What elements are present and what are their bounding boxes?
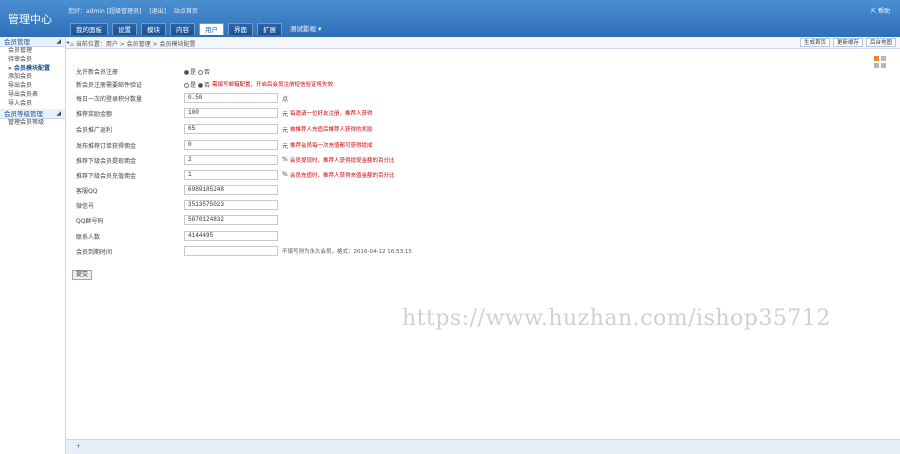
tab-modules[interactable]: 模块 bbox=[141, 23, 166, 35]
update-cache-button[interactable]: 更新缓存 bbox=[832, 38, 863, 47]
app-title: 管理中心 bbox=[8, 14, 52, 26]
referral-reward-input[interactable]: 100 bbox=[184, 108, 278, 118]
form-row: 客服QQ 6989185248 bbox=[76, 185, 876, 196]
withdraw-commission-input[interactable]: 2 bbox=[184, 155, 278, 165]
tab-extensions[interactable]: 扩展 bbox=[257, 23, 282, 35]
sidebar-item[interactable]: 会员管理 bbox=[0, 47, 65, 56]
breadcrumb: ⌂ 当前位置：用户 > 会员管理 > 会员模块配置 bbox=[70, 41, 196, 48]
tab-interface[interactable]: 界面 bbox=[228, 23, 253, 35]
sidebar-item[interactable]: 管理会员等级 bbox=[0, 119, 65, 128]
tab-content[interactable]: 内容 bbox=[170, 23, 195, 35]
form-row: 会员推广返利 65 元 被推荐人充值后推荐人获得的奖励 bbox=[76, 124, 876, 135]
field-note: 被推荐人充值后推荐人获得的奖励 bbox=[290, 127, 373, 133]
collapse-sidebar-icon[interactable]: ◂ bbox=[66, 39, 69, 46]
radio-no bbox=[197, 70, 203, 75]
unit-label: 元 bbox=[282, 111, 289, 118]
chevron-down-icon: ◢ bbox=[56, 38, 61, 45]
service-qq-input[interactable]: 6989185248 bbox=[184, 185, 278, 195]
tab-users[interactable]: 用户 bbox=[199, 23, 224, 35]
tab-more-dropdown[interactable]: 测试影视 ▾ bbox=[286, 23, 325, 35]
site-home-link[interactable]: 站点首页 bbox=[174, 8, 198, 15]
sidebar-item[interactable]: 添加会员 bbox=[0, 73, 65, 82]
qq-group-input[interactable]: 5870124832 bbox=[184, 215, 278, 225]
contacts-input[interactable]: 4144495 bbox=[184, 231, 278, 241]
admin-map-button[interactable]: 后台地图 bbox=[865, 38, 896, 47]
sidebar-item[interactable]: 导出会员表 bbox=[0, 91, 65, 100]
user-bar: 您好：admin [超级管理员] [退出] 站点首页 bbox=[68, 6, 204, 15]
help-link[interactable]: ⇱ 帮助 bbox=[871, 6, 890, 15]
form-row: 会员到期时间 不填写则为永久会员，格式：2016-04-12 16:53:15 bbox=[76, 246, 876, 257]
sidebar-item[interactable]: 待审会员 bbox=[0, 56, 65, 65]
tab-panel[interactable]: 我的面板 bbox=[70, 23, 108, 35]
email-verify-radio-group[interactable]: 是 否 bbox=[184, 80, 210, 89]
field-label: 新会员注册需要邮件验证 bbox=[76, 82, 143, 89]
form-row: 新会员注册需要邮件验证 是 否 需填写邮箱配置，开启后会员注册短信验证将失效 bbox=[76, 79, 876, 90]
login-points-input[interactable]: 0.50 bbox=[184, 93, 278, 103]
generate-home-button[interactable]: 生成首页 bbox=[799, 38, 830, 47]
chevron-down-icon: ◢ bbox=[56, 109, 61, 117]
watermark-text: https://www.huzhan.com/ishop35712 bbox=[402, 306, 831, 331]
sidebar-item[interactable]: 导出会员 bbox=[0, 82, 65, 91]
settings-form: 允许新会员注册 是 否 新会员注册需要邮件验证 是 否 需填写邮箱配置，开启后会… bbox=[66, 50, 900, 444]
radio-yes bbox=[184, 83, 189, 88]
expand-icon[interactable]: + bbox=[76, 443, 81, 450]
sidebar-group-levels[interactable]: 会员等级管理 ◢ bbox=[0, 108, 65, 119]
field-label: 联系人数 bbox=[76, 234, 101, 241]
field-label: 每日一次的登录积分数量 bbox=[76, 96, 143, 103]
field-label: 发布推荐订单获得佣金 bbox=[76, 143, 137, 150]
field-label: 会员推广返利 bbox=[76, 127, 113, 134]
field-label: 允许新会员注册 bbox=[76, 69, 119, 76]
form-row: 联系人数 4144495 bbox=[76, 231, 876, 242]
form-row: 微信号 3513575023 bbox=[76, 200, 876, 211]
field-label: 微信号 bbox=[76, 203, 95, 210]
form-row: 每日一次的登录积分数量 0.50 点 bbox=[76, 93, 876, 104]
form-row: 允许新会员注册 是 否 bbox=[76, 66, 876, 77]
field-note: 会员充值时，推荐人获得充值金额的百分比 bbox=[290, 173, 395, 179]
field-label: 推荐奖励金额 bbox=[76, 111, 113, 118]
radio-no bbox=[197, 83, 203, 88]
top-header: 管理中心 您好：admin [超级管理员] [退出] 站点首页 ⇱ 帮助 我的面… bbox=[0, 0, 900, 37]
sidebar-item[interactable]: 导入会员 bbox=[0, 100, 65, 109]
sidebar: 会员管理 ◢ 会员管理 待审会员 » 会员模块配置 添加会员 导出会员 导出会员表… bbox=[0, 37, 66, 454]
register-radio-group[interactable]: 是 否 bbox=[184, 67, 210, 76]
home-icon: ⌂ bbox=[70, 41, 74, 48]
recharge-commission-input[interactable]: 1 bbox=[184, 170, 278, 180]
field-note: 推荐会员每一次充值都可获得提成 bbox=[290, 143, 373, 149]
submit-button[interactable]: 提交 bbox=[72, 270, 93, 280]
form-row: 推荐下级会员提现佣金 2 % 会员提现时，推荐人获得提现金额的百分比 bbox=[76, 155, 876, 166]
expire-time-input[interactable] bbox=[184, 246, 278, 256]
form-row: 发布推荐订单获得佣金 0 元 推荐会员每一次充值都可获得提成 bbox=[76, 140, 876, 151]
breadcrumb-bar: ◂ ⌂ 当前位置：用户 > 会员管理 > 会员模块配置 生成首页 更新缓存 后台地… bbox=[66, 37, 900, 49]
field-note: 不填写则为永久会员，格式：2016-04-12 16:53:15 bbox=[282, 249, 412, 255]
field-label: 推荐下级会员提现佣金 bbox=[76, 158, 137, 165]
footer-bar: + bbox=[66, 439, 900, 454]
unit-label: % bbox=[282, 156, 288, 163]
field-label: QQ群号码 bbox=[76, 218, 104, 225]
field-label: 客服QQ bbox=[76, 188, 98, 195]
sidebar-group-members[interactable]: 会员管理 ◢ bbox=[0, 37, 65, 47]
unit-label: % bbox=[282, 171, 288, 178]
greeting: 您好：admin [超级管理员] bbox=[68, 8, 142, 15]
field-label: 推荐下级会员充值佣金 bbox=[76, 173, 137, 180]
unit-label: 点 bbox=[282, 96, 289, 103]
quick-actions: 生成首页 更新缓存 后台地图 bbox=[799, 38, 896, 47]
wechat-input[interactable]: 3513575023 bbox=[184, 200, 278, 210]
top-nav: 我的面板 设置 模块 内容 用户 界面 扩展 测试影视 ▾ bbox=[70, 23, 325, 35]
form-row: QQ群号码 5870124832 bbox=[76, 215, 876, 226]
field-note: 每邀请一位好友注册，推荐人获得 bbox=[290, 111, 373, 117]
unit-label: 元 bbox=[282, 143, 289, 150]
order-commission-input[interactable]: 0 bbox=[184, 140, 278, 150]
field-note: 会员提现时，推荐人获得提现金额的百分比 bbox=[290, 158, 395, 164]
promotion-rebate-input[interactable]: 65 bbox=[184, 124, 278, 134]
unit-label: 元 bbox=[282, 127, 289, 134]
tab-settings[interactable]: 设置 bbox=[112, 23, 137, 35]
form-row: 推荐奖励金额 100 元 每邀请一位好友注册，推荐人获得 bbox=[76, 108, 876, 119]
radio-yes bbox=[184, 70, 189, 75]
field-note: 需填写邮箱配置，开启后会员注册短信验证将失效 bbox=[212, 82, 334, 88]
field-label: 会员到期时间 bbox=[76, 249, 113, 256]
form-row: 推荐下级会员充值佣金 1 % 会员充值时，推荐人获得充值金额的百分比 bbox=[76, 170, 876, 181]
logout-link[interactable]: [退出] bbox=[149, 8, 166, 15]
